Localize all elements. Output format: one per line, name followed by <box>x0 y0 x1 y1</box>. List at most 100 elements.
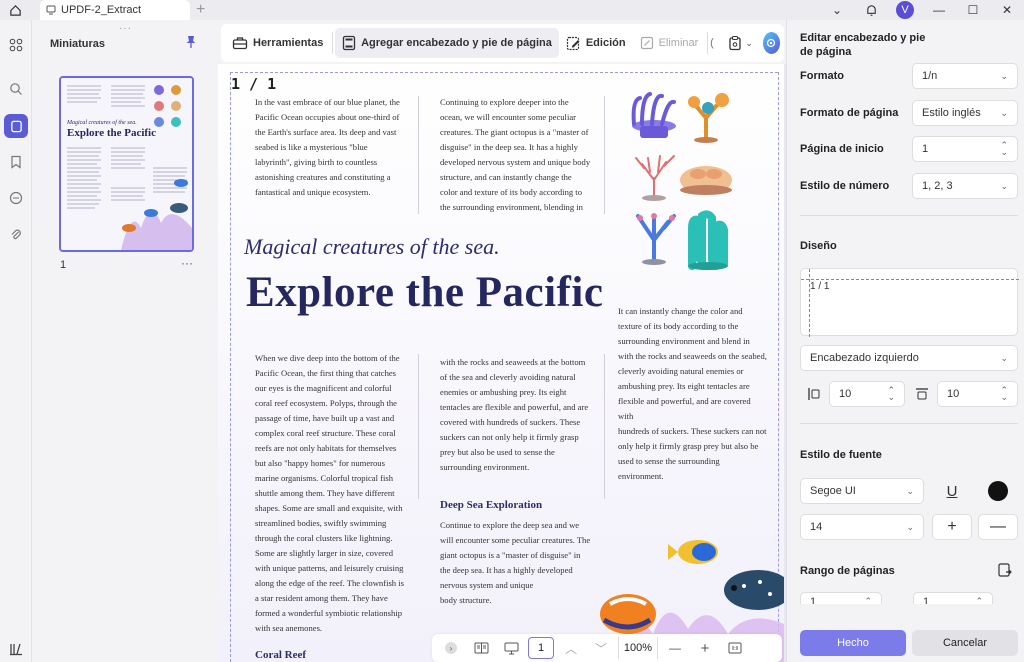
chevron-down-icon: ⌄ <box>1000 180 1008 191</box>
header-position-preview: 1 / 1 <box>800 268 1019 337</box>
rail-library-button[interactable] <box>4 637 28 661</box>
zoom-level[interactable]: 100% <box>618 637 658 659</box>
chevron-down-icon: ⌄ <box>1000 352 1008 363</box>
page-thumbnail[interactable]: Magical creatures of the sea. Explore th… <box>59 76 194 252</box>
header-footer-icon <box>342 35 356 51</box>
previous-page-button[interactable]: ︿ <box>558 637 584 659</box>
underline-icon: U <box>946 482 958 500</box>
zoom-in-button[interactable]: + <box>692 637 718 659</box>
grid-icon <box>9 38 23 52</box>
more-tools-dropdown[interactable]: ⌄ <box>728 35 753 51</box>
edit-button[interactable]: Edición <box>559 28 633 58</box>
start-page-stepper[interactable]: 1 ⌃ ⌄ <box>912 136 1018 162</box>
header-page-number[interactable]: 1 / 1 <box>231 75 276 93</box>
ai-assistant-button[interactable] <box>762 32 781 54</box>
minimize-button[interactable]: — <box>922 0 956 20</box>
stepper-arrows-icon[interactable]: ⌃ <box>975 596 983 604</box>
next-page-button[interactable]: ﹀ <box>588 637 614 659</box>
toolbar-divider <box>332 32 334 54</box>
format-select[interactable]: 1/n ⌄ <box>912 63 1018 89</box>
presentation-icon <box>504 642 518 654</box>
pufferfish-image <box>724 570 784 610</box>
stepper-arrows-icon[interactable]: ⌃ ⌄ <box>1000 141 1008 157</box>
user-avatar-button[interactable]: V <box>888 0 922 20</box>
home-button[interactable] <box>0 0 30 20</box>
deep-sea-heading: Deep Sea Exploration <box>440 499 543 511</box>
rail-search-button[interactable] <box>4 77 28 101</box>
coral-reef-paragraph: When we dive deep into the bottom of the… <box>255 353 404 633</box>
left-margin-guide <box>230 72 231 662</box>
maximize-icon: ☐ <box>967 3 979 17</box>
octopus-paragraph-bottom: with the rocks and seaweeds at the botto… <box>440 357 589 472</box>
rail-attachments-button[interactable] <box>4 223 28 247</box>
zoom-out-button[interactable]: — <box>662 637 688 659</box>
thumbnails-panel: ··· Miniaturas Magical creatures of the … <box>33 20 217 662</box>
chevron-down-icon: ⌄ <box>1000 107 1008 118</box>
bookmark-icon <box>11 155 21 169</box>
rail-comments-button[interactable] <box>4 186 28 210</box>
decrease-font-size-button[interactable]: — <box>978 514 1018 540</box>
number-style-select[interactable]: 1, 2, 3 ⌄ <box>912 173 1018 199</box>
blue-coral-image <box>636 213 676 265</box>
page-number-input[interactable]: 1 <box>528 637 554 659</box>
collapse-bar-button[interactable]: › <box>438 637 464 659</box>
document-tab[interactable]: UPDF-2_Extract <box>40 0 190 20</box>
font-color-picker[interactable] <box>988 481 1008 501</box>
number-style-label: Estilo de número <box>800 180 890 192</box>
chevron-down-icon: ⌄ <box>831 3 843 17</box>
chevron-down-icon: ⌄ <box>745 37 753 48</box>
cancel-button[interactable]: Cancelar <box>912 630 1018 656</box>
number-style-value: 1, 2, 3 <box>922 180 953 192</box>
pin-panel-button[interactable] <box>185 35 197 52</box>
increase-font-size-button[interactable]: + <box>932 514 972 540</box>
maximize-button[interactable]: ☐ <box>956 0 990 20</box>
panel-drag-handle[interactable]: ··· <box>119 23 132 34</box>
coral-reef-heading: Coral Reef <box>255 649 307 661</box>
actual-size-button[interactable] <box>722 637 748 659</box>
range-from-value: 1 <box>810 596 817 604</box>
done-button[interactable]: Hecho <box>800 630 906 656</box>
top-margin-value: 10 <box>947 388 960 400</box>
stepper-arrows-icon[interactable]: ⌃ ⌄ <box>887 386 895 402</box>
presentation-button[interactable] <box>498 637 524 659</box>
octopus-paragraph-right: It can instantly change the color and tex… <box>618 306 767 481</box>
left-margin-stepper[interactable]: 10 ⌃ ⌄ <box>829 381 905 407</box>
paperclip-icon <box>11 229 21 240</box>
chevron-down-icon: ⌄ <box>906 521 914 532</box>
delete-button[interactable]: Eliminar <box>633 28 706 58</box>
page-format-select[interactable]: Estilo inglés ⌄ <box>912 100 1018 126</box>
range-to-stepper[interactable]: 1 ⌃ <box>913 592 993 604</box>
preview-text: 1 / 1 <box>810 281 830 292</box>
format-label: Formato <box>800 70 844 82</box>
stepper-arrows-icon[interactable]: ⌃ ⌄ <box>1000 386 1008 402</box>
underline-button[interactable]: U <box>939 478 965 504</box>
document-subtitle: Magical creatures of the sea. <box>244 234 500 259</box>
collapse-button[interactable]: ⌄ <box>820 0 854 20</box>
toolbar-divider <box>707 32 709 54</box>
thumbnail-subtitle: Magical creatures of the sea. <box>66 119 137 126</box>
thumbnail-preview: Magical creatures of the sea. Explore th… <box>61 78 192 250</box>
thumbnails-icon <box>10 120 22 132</box>
page-layout-button[interactable] <box>468 637 494 659</box>
document-tab-title: UPDF-2_Extract <box>61 4 142 16</box>
top-margin-stepper[interactable]: 10 ⌃ ⌄ <box>937 381 1018 407</box>
rail-bookmarks-button[interactable] <box>4 150 28 174</box>
add-tab-button[interactable]: + <box>196 0 205 20</box>
close-window-button[interactable]: ✕ <box>990 0 1024 20</box>
font-family-select[interactable]: Segoe UI ⌄ <box>800 478 924 504</box>
notifications-button[interactable] <box>854 0 888 20</box>
font-size-select[interactable]: 14 ⌄ <box>800 514 924 540</box>
add-header-footer-button[interactable]: Agregar encabezado y pie de página <box>335 28 559 58</box>
chevron-right-icon: › <box>445 642 457 654</box>
rail-thumbnails-button[interactable] <box>4 114 28 138</box>
yellow-tang-fish-image <box>668 540 718 564</box>
tools-button[interactable]: Herramientas <box>225 28 330 58</box>
page-range-settings-button[interactable] <box>997 562 1013 581</box>
stepper-arrows-icon[interactable]: ⌃ <box>864 596 872 604</box>
page-range-label: Rango de páginas <box>800 565 895 577</box>
thumbnail-more-button[interactable]: ··· <box>181 256 193 270</box>
column-rule <box>418 96 419 214</box>
rail-apps-button[interactable] <box>4 33 28 57</box>
header-position-select[interactable]: Encabezado izquierdo ⌄ <box>800 345 1018 371</box>
range-from-stepper[interactable]: 1 ⌃ <box>800 592 882 604</box>
